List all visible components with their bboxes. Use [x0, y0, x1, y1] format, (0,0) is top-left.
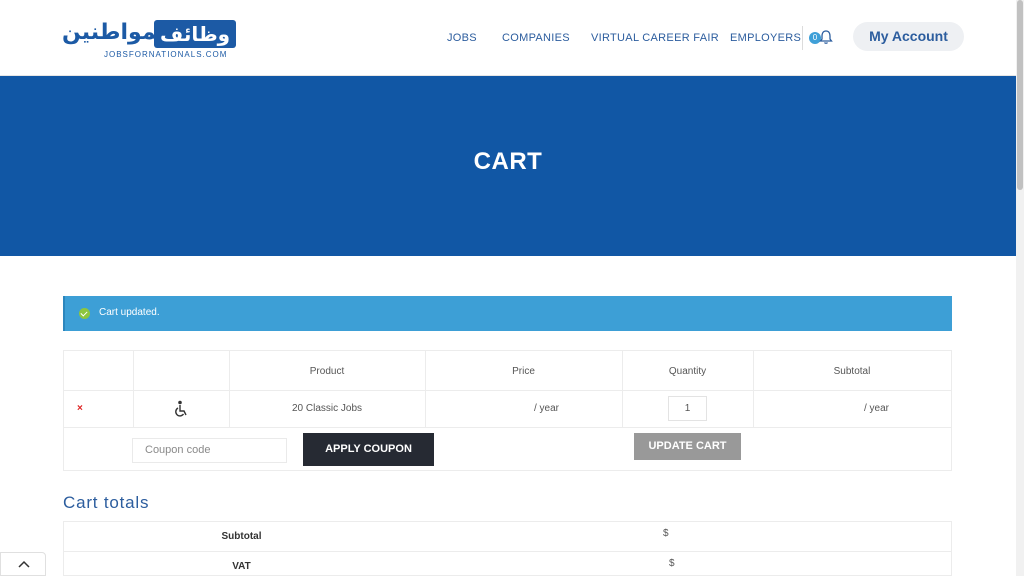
quantity-input[interactable]: 1 — [668, 396, 707, 421]
totals-subtotal-value: $ — [663, 528, 669, 539]
totals-vat-label: VAT — [232, 561, 251, 572]
my-account-button[interactable]: My Account — [853, 22, 964, 51]
row-divider — [64, 427, 951, 428]
nav-divider — [802, 26, 803, 50]
notice-message: Cart updated. — [99, 307, 160, 318]
cart-totals-table: Subtotal $ VAT $ — [63, 521, 952, 576]
check-circle-icon — [79, 308, 90, 319]
logo-arabic-highlight: وظائف — [154, 20, 237, 48]
cart-totals-heading: Cart totals — [63, 493, 150, 512]
product-subtotal: / year — [864, 403, 890, 414]
logo-domain-text: JOBSFORNATIONALS.COM — [104, 50, 228, 59]
header-price: Price — [512, 366, 535, 377]
wheelchair-icon[interactable] — [173, 400, 189, 418]
row-divider — [64, 551, 951, 552]
row-divider — [64, 390, 951, 391]
site-logo[interactable]: للمواطنين وظائف JOBSFORNATIONALS.COM — [62, 20, 237, 60]
apply-coupon-button[interactable]: APPLY COUPON — [303, 433, 434, 466]
scroll-to-top-button[interactable] — [0, 552, 46, 576]
chevron-up-icon — [18, 560, 30, 568]
coupon-code-input[interactable]: Coupon code — [132, 438, 287, 463]
totals-subtotal-label: Subtotal — [221, 531, 262, 542]
header-quantity: Quantity — [668, 366, 707, 377]
product-price: / year — [534, 403, 560, 414]
page-title: CART — [473, 148, 543, 175]
cart-updated-notice: Cart updated. — [63, 296, 952, 331]
nav-virtual-career-fair[interactable]: VIRTUAL CAREER FAIR — [591, 32, 719, 44]
update-cart-button[interactable]: UPDATE CART — [634, 433, 741, 460]
nav-employers[interactable]: EMPLOYERS — [730, 32, 801, 44]
totals-vat-value: $ — [669, 558, 675, 569]
nav-companies[interactable]: COMPANIES — [502, 32, 570, 44]
site-header: للمواطنين وظائف JOBSFORNATIONALS.COM JOB… — [0, 0, 1016, 76]
remove-item-icon[interactable]: × — [77, 403, 83, 414]
nav-jobs[interactable]: JOBS — [447, 32, 477, 44]
header-subtotal: Subtotal — [833, 366, 871, 377]
cart-table: Product Price Quantity Subtotal × 20 Cla… — [63, 350, 952, 471]
scrollbar-thumb[interactable] — [1017, 0, 1023, 190]
header-product: Product — [309, 366, 345, 377]
bell-icon[interactable] — [818, 29, 834, 45]
page-hero: CART — [0, 76, 1016, 256]
page-scrollbar[interactable] — [1016, 0, 1024, 576]
product-name[interactable]: 20 Classic Jobs — [229, 403, 425, 414]
